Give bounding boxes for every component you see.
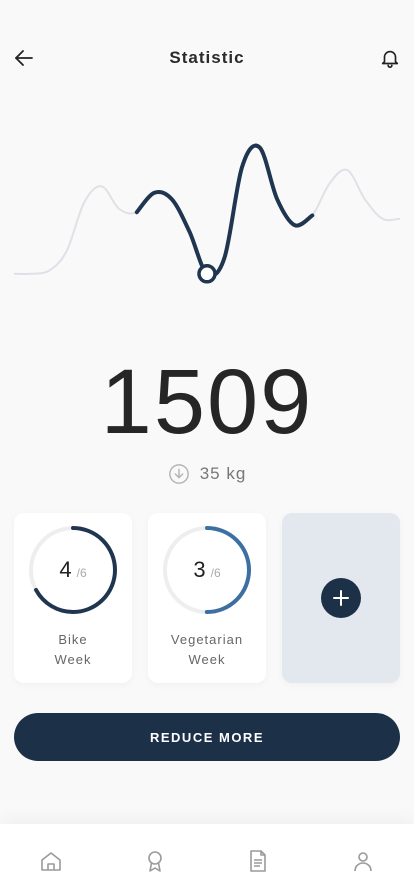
arrow-down-circle-icon [168, 464, 189, 484]
progress-count-value: 4 [59, 557, 72, 582]
progress-total: /6 [210, 566, 221, 580]
document-icon [250, 850, 266, 872]
goal-cards: 4 /6 Bike Week 3 /6 Vegetarian Week [14, 513, 400, 683]
goal-card-title: Vegetarian [170, 632, 244, 647]
total-value: 1509 [100, 351, 314, 453]
goal-card-period: Week [188, 652, 226, 667]
add-goal-button[interactable] [321, 578, 361, 618]
weight-value: 35 kg [199, 464, 247, 483]
progress-count-value: 3 [193, 557, 206, 582]
header: Statistic [0, 30, 414, 86]
weight-row: 35 kg [0, 462, 414, 486]
bell-icon [381, 50, 399, 68]
goal-card-label: Bike Week [14, 630, 132, 670]
page-title: Statistic [169, 48, 245, 67]
goal-card-bike[interactable]: 4 /6 Bike Week [14, 513, 132, 683]
award-icon [148, 851, 162, 872]
goal-card-period: Week [54, 652, 92, 667]
add-goal-card[interactable] [282, 513, 400, 683]
notification-button[interactable] [374, 42, 406, 74]
nav-home[interactable] [38, 848, 64, 874]
profile-icon [354, 852, 372, 872]
reduce-more-button[interactable]: REDUCE MORE [14, 713, 400, 761]
nav-reports[interactable] [245, 848, 271, 874]
wave-base-line [13, 144, 401, 277]
goal-card-label: Vegetarian Week [148, 630, 266, 670]
wave-highlight-line [134, 143, 315, 278]
goal-card-vegetarian[interactable]: 3 /6 Vegetarian Week [148, 513, 266, 683]
nav-profile[interactable] [350, 848, 376, 874]
bottom-nav [0, 824, 414, 896]
plus-icon [333, 590, 349, 606]
progress-total: /6 [76, 566, 87, 580]
progress-count: 3 /6 [162, 525, 252, 615]
home-icon [41, 852, 61, 871]
goal-card-title: Bike [58, 632, 88, 647]
wave-marker-point[interactable] [197, 264, 217, 284]
nav-awards[interactable] [142, 848, 168, 874]
activity-wave-chart [13, 143, 401, 284]
progress-count: 4 /6 [28, 525, 118, 615]
